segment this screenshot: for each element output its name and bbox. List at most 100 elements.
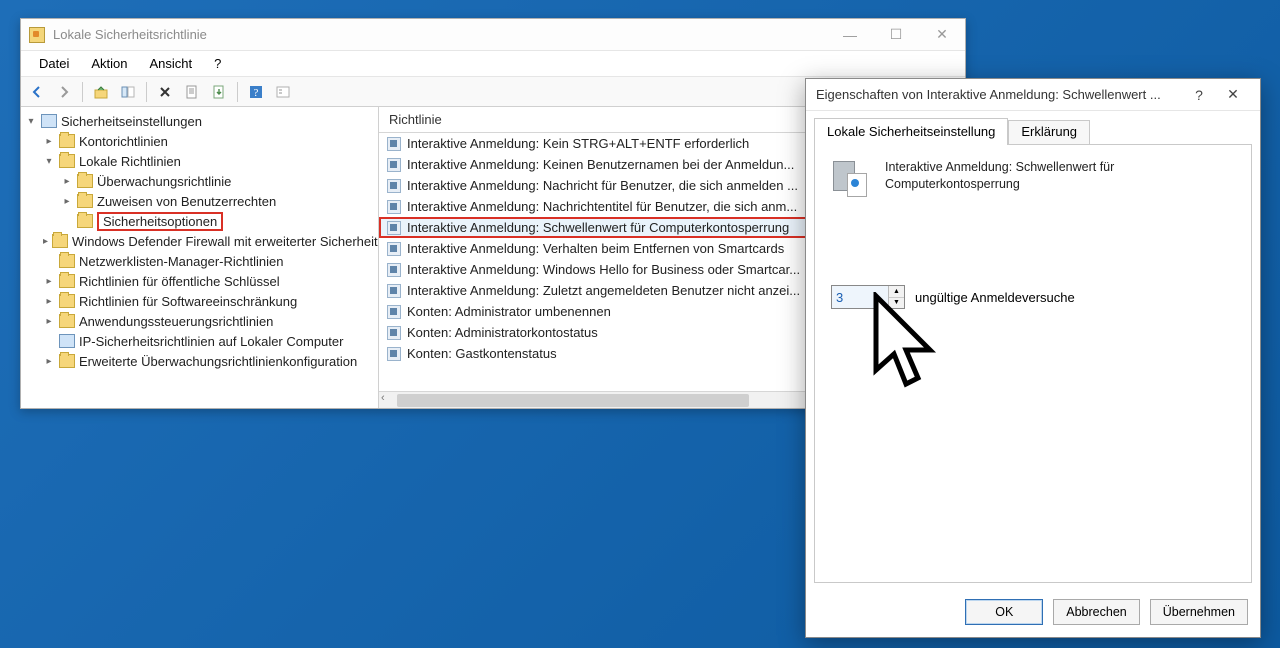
policy-label: Konten: Administratorkontostatus <box>407 325 598 340</box>
policy-name-label: Interaktive Anmeldung: Schwellenwert für… <box>885 159 1235 199</box>
maximize-button[interactable]: ☐ <box>873 19 919 50</box>
properties-button[interactable] <box>180 80 204 104</box>
folder-icon <box>59 274 75 288</box>
dialog-help-button[interactable]: ? <box>1182 79 1216 110</box>
menu-help[interactable]: ? <box>204 54 231 73</box>
export-list-button[interactable] <box>207 80 231 104</box>
dialog-title: Eigenschaften von Interaktive Anmeldung:… <box>816 87 1182 102</box>
policy-header: Interaktive Anmeldung: Schwellenwert für… <box>831 159 1235 199</box>
policy-icon <box>387 347 401 361</box>
tree-item-softwareeinschraenkung[interactable]: ▸Richtlinien für Softwareeinschränkung <box>43 291 378 311</box>
policy-label: Interaktive Anmeldung: Schwellenwert für… <box>407 220 789 235</box>
dialog-page: Interaktive Anmeldung: Schwellenwert für… <box>814 144 1252 583</box>
close-button[interactable]: ✕ <box>919 19 965 50</box>
policy-icon <box>387 179 401 193</box>
tree-item-windows-defender-firewall[interactable]: ▸Windows Defender Firewall mit erweitert… <box>43 231 378 251</box>
policy-icon <box>387 158 401 172</box>
folder-icon <box>59 354 75 368</box>
tab-erklaerung[interactable]: Erklärung <box>1008 120 1090 147</box>
expand-icon[interactable]: ▸ <box>61 196 73 207</box>
expand-icon[interactable]: ▸ <box>61 176 73 187</box>
menu-ansicht[interactable]: Ansicht <box>140 54 203 73</box>
expand-icon[interactable]: ▸ <box>43 356 55 367</box>
policy-icon <box>387 284 401 298</box>
cancel-button[interactable]: Abbrechen <box>1053 599 1139 625</box>
toolbar-separator <box>146 82 147 102</box>
shield-icon <box>59 334 75 348</box>
folder-icon <box>59 134 75 148</box>
manage-button[interactable] <box>271 80 295 104</box>
policy-label: Interaktive Anmeldung: Windows Hello for… <box>407 262 800 277</box>
spinner-buttons: ▲ ▼ <box>888 286 904 308</box>
dialog-buttons: OK Abbrechen Übernehmen <box>806 591 1260 637</box>
folder-icon <box>59 314 75 328</box>
policy-icon <box>387 263 401 277</box>
tree-item-kontorichtlinien[interactable]: ▸Kontorichtlinien <box>43 131 378 151</box>
dialog-close-button[interactable]: ✕ <box>1216 79 1250 110</box>
dialog-tabs: Lokale Sicherheitseinstellung Erklärung <box>806 111 1260 144</box>
expand-icon[interactable]: ▸ <box>43 316 55 327</box>
collapse-icon[interactable]: ▾ <box>43 156 55 167</box>
policy-icon <box>387 221 401 235</box>
tree-item-ueberwachungsrichtlinie[interactable]: ▸Überwachungsrichtlinie <box>61 171 378 191</box>
policy-label: Interaktive Anmeldung: Kein STRG+ALT+ENT… <box>407 136 749 151</box>
back-button[interactable] <box>25 80 49 104</box>
folder-icon <box>59 154 75 168</box>
spinner-down-button[interactable]: ▼ <box>889 298 904 309</box>
policy-icon <box>387 305 401 319</box>
tree-item-sicherheitsoptionen[interactable]: ▸Sicherheitsoptionen <box>61 211 378 231</box>
window-title: Lokale Sicherheitsrichtlinie <box>53 27 207 42</box>
collapse-icon[interactable]: ▾ <box>25 116 37 127</box>
policy-icon <box>831 159 871 199</box>
expand-icon[interactable]: ▸ <box>43 236 48 247</box>
tree-item-netzwerklisten[interactable]: ▸Netzwerklisten-Manager-Richtlinien <box>43 251 378 271</box>
folder-icon <box>77 174 93 188</box>
up-level-button[interactable] <box>89 80 113 104</box>
folder-icon <box>52 234 68 248</box>
tree-item-anwendungssteuerung[interactable]: ▸Anwendungssteuerungsrichtlinien <box>43 311 378 331</box>
expand-icon[interactable]: ▸ <box>43 136 55 147</box>
toolbar-separator <box>82 82 83 102</box>
delete-button[interactable] <box>153 80 177 104</box>
tree-pane[interactable]: ▾ Sicherheitseinstellungen ▸Kontorichtli… <box>21 107 379 408</box>
expand-icon[interactable]: ▸ <box>43 276 55 287</box>
spinner-up-button[interactable]: ▲ <box>889 286 904 298</box>
properties-dialog: Eigenschaften von Interaktive Anmeldung:… <box>805 78 1261 638</box>
titlebar[interactable]: Lokale Sicherheitsrichtlinie — ☐ ✕ <box>21 19 965 51</box>
scroll-left-arrow-icon[interactable]: ‹ <box>381 392 385 404</box>
threshold-spinner: ▲ ▼ <box>831 285 905 309</box>
minimize-button[interactable]: — <box>827 19 873 50</box>
ok-button[interactable]: OK <box>965 599 1043 625</box>
forward-button[interactable] <box>52 80 76 104</box>
tree-item-erweiterte-ueberwachung[interactable]: ▸Erweiterte Überwachungsrichtlinienkonfi… <box>43 351 378 371</box>
expand-icon[interactable]: ▸ <box>43 296 55 307</box>
tree-item-oeffentliche-schluessel[interactable]: ▸Richtlinien für öffentliche Schlüssel <box>43 271 378 291</box>
tree-item-zuweisen-benutzerrechten[interactable]: ▸Zuweisen von Benutzerrechten <box>61 191 378 211</box>
tree-item-lokale-richtlinien[interactable]: ▾Lokale Richtlinien <box>43 151 378 171</box>
dialog-titlebar[interactable]: Eigenschaften von Interaktive Anmeldung:… <box>806 79 1260 111</box>
policy-icon <box>387 200 401 214</box>
app-icon <box>29 27 45 43</box>
scroll-thumb[interactable] <box>397 394 749 407</box>
policy-label: Interaktive Anmeldung: Keinen Benutzerna… <box>407 157 794 172</box>
shield-icon <box>41 114 57 128</box>
menu-datei[interactable]: Datei <box>29 54 79 73</box>
policy-label: Interaktive Anmeldung: Nachricht für Ben… <box>407 178 798 193</box>
threshold-label: ungültige Anmeldeversuche <box>915 290 1075 305</box>
svg-text:?: ? <box>254 87 259 99</box>
window-controls: — ☐ ✕ <box>827 19 965 50</box>
policy-icon <box>387 137 401 151</box>
tree-root-label: Sicherheitseinstellungen <box>61 114 202 129</box>
help-button[interactable]: ? <box>244 80 268 104</box>
policy-label: Konten: Administrator umbenennen <box>407 304 611 319</box>
tab-lokale-sicherheitseinstellung[interactable]: Lokale Sicherheitseinstellung <box>814 118 1008 145</box>
policy-label: Interaktive Anmeldung: Verhalten beim En… <box>407 241 784 256</box>
show-hide-tree-button[interactable] <box>116 80 140 104</box>
apply-button[interactable]: Übernehmen <box>1150 599 1248 625</box>
tree-item-ip-sicherheitsrichtlinien[interactable]: ▸IP-Sicherheitsrichtlinien auf Lokaler C… <box>43 331 378 351</box>
policy-label: Konten: Gastkontenstatus <box>407 346 557 361</box>
tree-root[interactable]: ▾ Sicherheitseinstellungen <box>25 111 378 131</box>
policy-label: Interaktive Anmeldung: Nachrichtentitel … <box>407 199 797 214</box>
threshold-input[interactable] <box>832 286 888 308</box>
menu-aktion[interactable]: Aktion <box>81 54 137 73</box>
